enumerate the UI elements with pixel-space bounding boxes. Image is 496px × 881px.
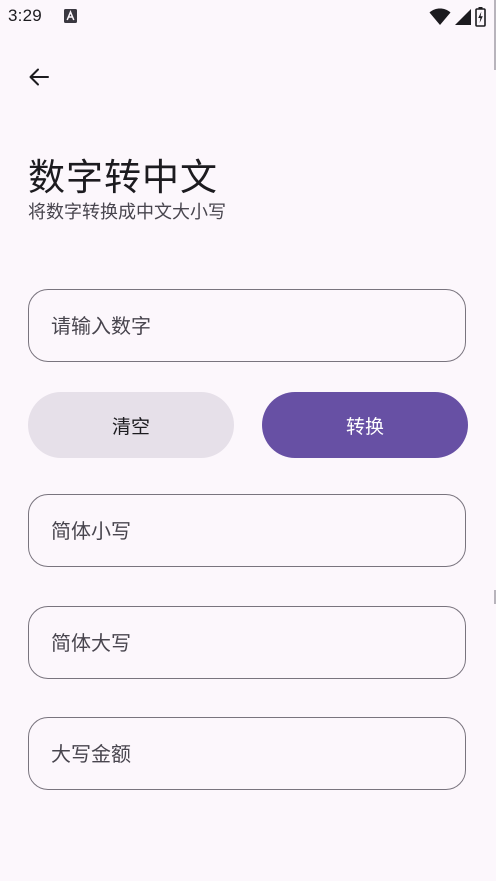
battery-charging-icon (475, 7, 486, 27)
clear-button[interactable]: 清空 (28, 392, 234, 458)
uppercase-amount-field[interactable] (28, 717, 466, 790)
back-button[interactable] (20, 58, 58, 96)
arrow-back-icon (29, 68, 49, 86)
wifi-icon (429, 8, 451, 25)
convert-button[interactable]: 转换 (262, 392, 468, 458)
page-title: 数字转中文 (28, 156, 218, 199)
status-time: 3:29 (8, 6, 42, 25)
simplified-uppercase-output[interactable] (29, 607, 465, 678)
simplified-uppercase-field[interactable] (28, 606, 466, 679)
a-letter-notification-icon (64, 9, 77, 23)
cell-signal-icon (455, 9, 471, 25)
simplified-lowercase-field[interactable] (28, 494, 466, 567)
number-input[interactable] (29, 290, 465, 361)
uppercase-amount-output[interactable] (29, 718, 465, 789)
number-input-field[interactable] (28, 289, 466, 362)
simplified-lowercase-output[interactable] (29, 495, 465, 566)
status-bar: 3:29 (0, 0, 496, 34)
page-subtitle: 将数字转换成中文大小写 (28, 202, 226, 223)
status-icons (429, 7, 486, 27)
